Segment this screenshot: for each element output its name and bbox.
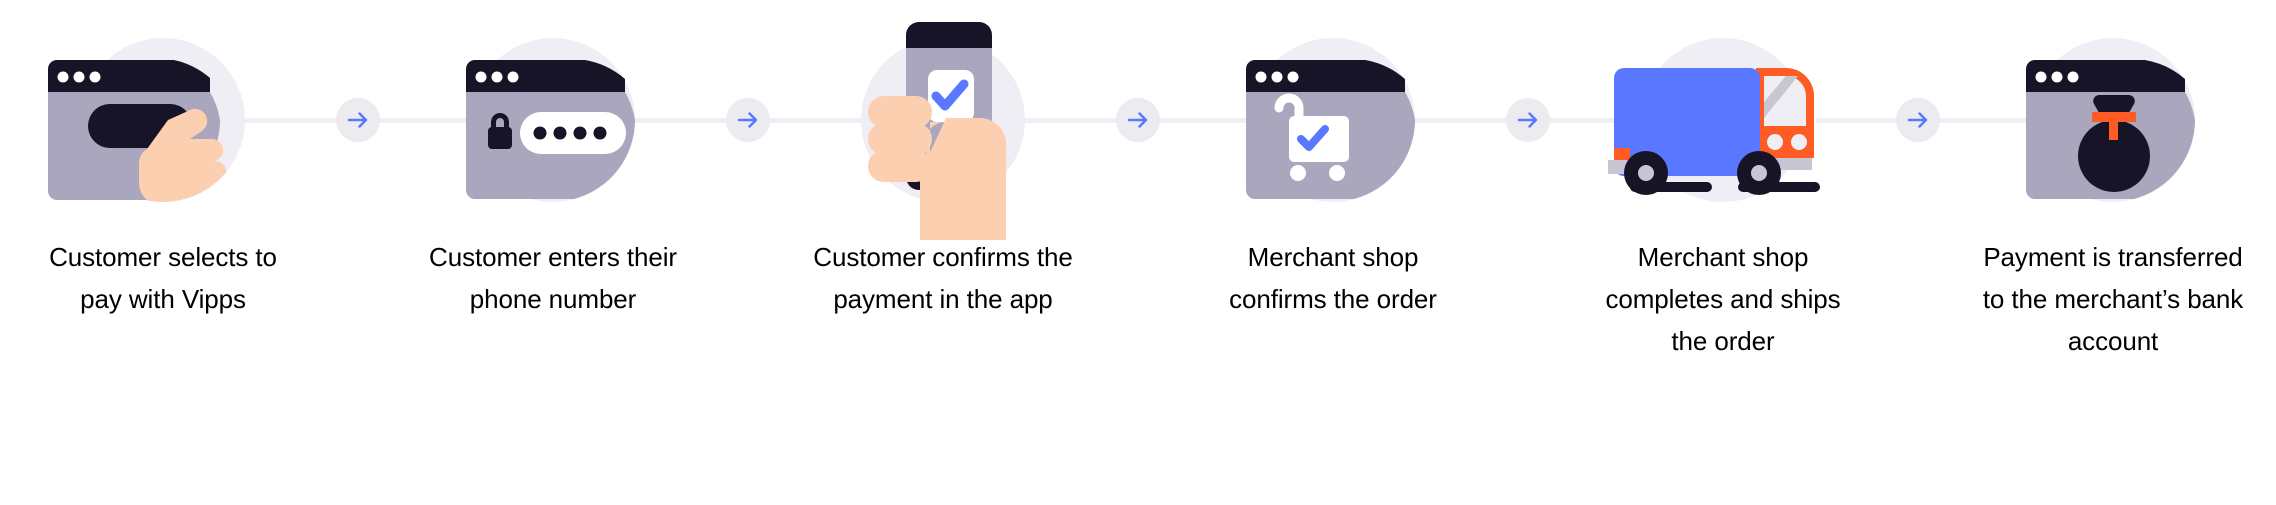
delivery-truck-icon bbox=[1578, 0, 1868, 240]
flow-connector-3 bbox=[1088, 0, 1188, 240]
flow-step-2: Customer enters their phone number bbox=[408, 0, 698, 320]
flow-step-4: Merchant shop confirms the order bbox=[1188, 0, 1478, 320]
flow-step-5: Merchant shop completes and ships the or… bbox=[1578, 0, 1868, 362]
flow-step-6-caption: Payment is transferred to the merchant’s… bbox=[1982, 242, 2244, 356]
browser-window-cart-checkmark-icon bbox=[1188, 0, 1478, 240]
arrow-right-icon bbox=[726, 98, 770, 142]
arrow-right-icon bbox=[1116, 98, 1160, 142]
flow-step-3-caption: Customer confirms the payment in the app bbox=[813, 242, 1073, 314]
browser-window-money-bag-icon bbox=[1968, 0, 2258, 240]
flow-step-6: Payment is transferred to the merchant’s… bbox=[1968, 0, 2258, 362]
flow-connector-1 bbox=[308, 0, 408, 240]
flow-diagram-frame: Customer selects to pay with Vipps Custo… bbox=[0, 0, 2276, 505]
flow-step-2-caption: Customer enters their phone number bbox=[429, 242, 677, 314]
flow-step-1-caption: Customer selects to pay with Vipps bbox=[49, 242, 277, 314]
arrow-right-icon bbox=[336, 98, 380, 142]
flow-connector-2 bbox=[698, 0, 798, 240]
flow-step-4-caption: Merchant shop confirms the order bbox=[1229, 242, 1437, 314]
browser-window-lock-password-icon bbox=[408, 0, 698, 240]
flow-step-1: Customer selects to pay with Vipps bbox=[18, 0, 308, 320]
flow-connector-4 bbox=[1478, 0, 1578, 240]
arrow-right-icon bbox=[1506, 98, 1550, 142]
flow-step-5-caption: Merchant shop completes and ships the or… bbox=[1605, 242, 1841, 356]
payment-flow-steps: Customer selects to pay with Vipps Custo… bbox=[0, 0, 2276, 505]
flow-connector-5 bbox=[1868, 0, 1968, 240]
flow-step-3: Customer confirms the payment in the app bbox=[798, 0, 1088, 320]
arrow-right-icon bbox=[1896, 98, 1940, 142]
hand-holding-phone-checkmark-icon bbox=[798, 0, 1088, 240]
browser-window-tap-button-icon bbox=[18, 0, 308, 240]
